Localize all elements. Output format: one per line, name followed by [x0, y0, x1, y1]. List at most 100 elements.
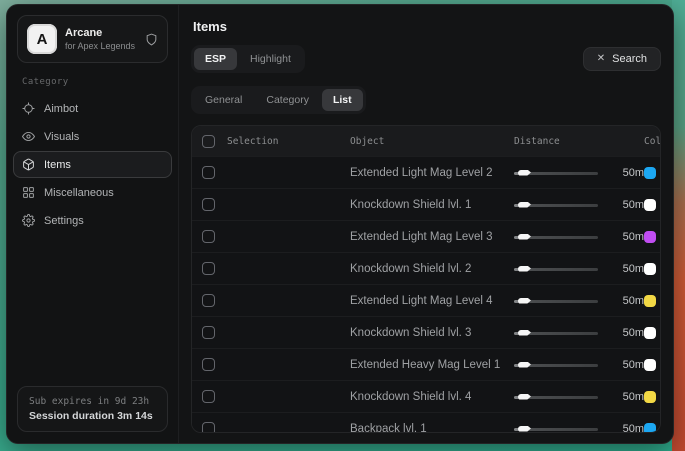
- sidebar-item-visuals[interactable]: Visuals: [13, 123, 172, 150]
- table-row: Knockdown Shield lvl. 1 50m: [192, 188, 660, 220]
- table-row: Extended Light Mag Level 2 50m: [192, 156, 660, 188]
- row-checkbox[interactable]: [202, 422, 215, 433]
- color-swatch[interactable]: [644, 327, 656, 339]
- table-row: Extended Heavy Mag Level 1 50m: [192, 348, 660, 380]
- app-subtitle: for Apex Legends: [65, 40, 137, 52]
- header-object: Object: [350, 136, 514, 147]
- table-row: Knockdown Shield lvl. 2 50m: [192, 252, 660, 284]
- object-label: Extended Light Mag Level 4: [350, 295, 514, 307]
- tab-general[interactable]: General: [194, 89, 253, 111]
- sidebar-item-label: Aimbot: [44, 103, 78, 115]
- select-all-checkbox[interactable]: [202, 135, 215, 148]
- page-title: Items: [193, 19, 661, 34]
- distance-slider[interactable]: [514, 199, 598, 211]
- table-row: Extended Light Mag Level 4 50m: [192, 284, 660, 316]
- distance-slider[interactable]: [514, 167, 598, 179]
- app-header-card: A Arcane for Apex Legends: [17, 15, 168, 63]
- session-duration-text: Session duration 3m 14s: [29, 409, 156, 424]
- tab-highlight[interactable]: Highlight: [239, 48, 302, 70]
- sidebar-item-label: Miscellaneous: [44, 187, 114, 199]
- package-icon: [22, 158, 35, 171]
- sidebar-item-label: Items: [44, 159, 71, 171]
- object-label: Extended Light Mag Level 2: [350, 167, 514, 179]
- distance-slider[interactable]: [514, 295, 598, 307]
- color-swatch[interactable]: [644, 423, 656, 434]
- color-swatch[interactable]: [644, 167, 656, 179]
- row-checkbox[interactable]: [202, 294, 215, 307]
- tab-category[interactable]: Category: [255, 89, 320, 111]
- object-label: Knockdown Shield lvl. 2: [350, 263, 514, 275]
- table-row: Backpack lvl. 1 50m: [192, 412, 660, 433]
- sidebar-item-settings[interactable]: Settings: [13, 207, 172, 234]
- row-checkbox[interactable]: [202, 326, 215, 339]
- color-swatch[interactable]: [644, 391, 656, 403]
- distance-slider[interactable]: [514, 391, 598, 403]
- table-row: Knockdown Shield lvl. 4 50m: [192, 380, 660, 412]
- color-swatch[interactable]: [644, 295, 656, 307]
- object-label: Extended Heavy Mag Level 1: [350, 359, 514, 371]
- sidebar-item-label: Settings: [44, 215, 84, 227]
- sidebar-item-miscellaneous[interactable]: Miscellaneous: [13, 179, 172, 206]
- distance-value: 50m: [606, 199, 644, 211]
- row-checkbox[interactable]: [202, 230, 215, 243]
- app-logo: A: [27, 24, 57, 54]
- color-swatch[interactable]: [644, 359, 656, 371]
- tab-esp[interactable]: ESP: [194, 48, 237, 70]
- app-meta: Arcane for Apex Legends: [65, 27, 137, 52]
- distance-slider[interactable]: [514, 359, 598, 371]
- object-label: Knockdown Shield lvl. 1: [350, 199, 514, 211]
- sidebar-section-label: Category: [22, 77, 178, 87]
- sub-expiry-text: Sub expires in 9d 23h: [29, 394, 156, 409]
- distance-value: 50m: [606, 423, 644, 434]
- search-button-icon: ✕: [597, 54, 605, 64]
- sidebar-item-label: Visuals: [44, 131, 79, 143]
- row-checkbox[interactable]: [202, 390, 215, 403]
- distance-value: 50m: [606, 327, 644, 339]
- table-row: Knockdown Shield lvl. 3 50m: [192, 316, 660, 348]
- header-color: Color: [644, 136, 661, 147]
- eye-icon: [22, 130, 35, 143]
- table-header: Selection Object Distance Color: [192, 126, 660, 156]
- mode-tab-group: ESP Highlight: [191, 45, 305, 73]
- distance-slider[interactable]: [514, 327, 598, 339]
- app-name: Arcane: [65, 27, 137, 40]
- color-swatch[interactable]: [644, 199, 656, 211]
- distance-value: 50m: [606, 231, 644, 243]
- distance-value: 50m: [606, 263, 644, 275]
- distance-value: 50m: [606, 359, 644, 371]
- app-window: A Arcane for Apex Legends Category Aimbo…: [6, 4, 674, 444]
- distance-slider[interactable]: [514, 263, 598, 275]
- row-checkbox[interactable]: [202, 198, 215, 211]
- distance-slider[interactable]: [514, 231, 598, 243]
- sidebar-item-items[interactable]: Items: [13, 151, 172, 178]
- color-swatch[interactable]: [644, 231, 656, 243]
- sidebar-nav: Aimbot Visuals Items Miscellaneous: [7, 95, 178, 234]
- grid-icon: [22, 186, 35, 199]
- gear-icon: [22, 214, 35, 227]
- object-label: Knockdown Shield lvl. 3: [350, 327, 514, 339]
- object-label: Knockdown Shield lvl. 4: [350, 391, 514, 403]
- object-label: Extended Light Mag Level 3: [350, 231, 514, 243]
- header-distance: Distance: [514, 136, 644, 147]
- header-selection: Selection: [227, 136, 278, 147]
- search-button-label: Search: [612, 53, 647, 65]
- color-swatch[interactable]: [644, 263, 656, 275]
- sidebar: A Arcane for Apex Legends Category Aimbo…: [7, 5, 179, 443]
- table-row: Extended Light Mag Level 3 50m: [192, 220, 660, 252]
- search-button[interactable]: ✕ Search: [583, 47, 661, 71]
- distance-slider[interactable]: [514, 423, 598, 434]
- row-checkbox[interactable]: [202, 262, 215, 275]
- main-panel: Items ESP Highlight ✕ Search General Cat…: [179, 5, 673, 443]
- shield-icon[interactable]: [145, 33, 158, 46]
- items-table: Selection Object Distance Color Extended…: [191, 125, 661, 433]
- distance-value: 50m: [606, 167, 644, 179]
- subscription-card: Sub expires in 9d 23h Session duration 3…: [17, 386, 168, 432]
- view-tab-group: General Category List: [191, 86, 366, 114]
- tab-list[interactable]: List: [322, 89, 363, 111]
- distance-value: 50m: [606, 295, 644, 307]
- object-label: Backpack lvl. 1: [350, 423, 514, 434]
- row-checkbox[interactable]: [202, 358, 215, 371]
- row-checkbox[interactable]: [202, 166, 215, 179]
- sidebar-item-aimbot[interactable]: Aimbot: [13, 95, 172, 122]
- distance-value: 50m: [606, 391, 644, 403]
